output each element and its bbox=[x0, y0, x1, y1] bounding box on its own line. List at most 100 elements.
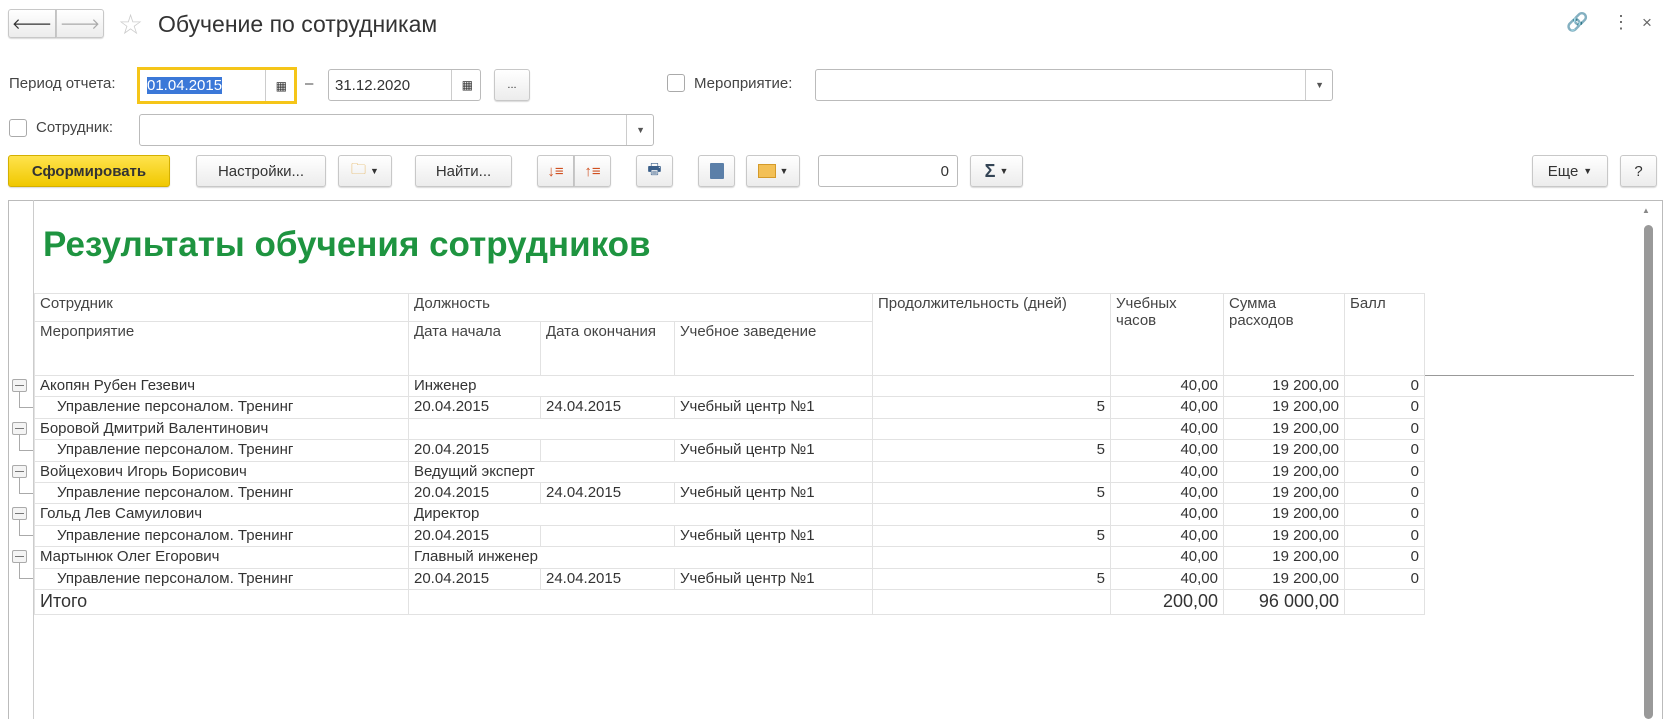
event-score: 0 bbox=[1344, 567, 1425, 590]
calendar-icon[interactable]: ▦ bbox=[276, 79, 287, 93]
event-row: Управление персоналом. Тренинг 20.04.201… bbox=[34, 524, 1425, 548]
employee-checkbox[interactable] bbox=[9, 119, 27, 137]
event-start: 20.04.2015 bbox=[408, 439, 541, 462]
collapse-group-icon[interactable] bbox=[12, 379, 27, 392]
event-name: Управление персоналом. Тренинг bbox=[34, 439, 409, 462]
employee-cost: 19 200,00 bbox=[1223, 374, 1345, 398]
employee-name: Боровой Дмитрий Валентинович bbox=[34, 417, 409, 441]
employee-row[interactable]: Боровой Дмитрий Валентинович 40,00 19 20… bbox=[34, 417, 1425, 441]
col-end: Дата окончания bbox=[540, 321, 675, 376]
period-select-button[interactable]: ... bbox=[494, 69, 530, 101]
event-hours: 40,00 bbox=[1110, 567, 1224, 590]
tree-line bbox=[19, 563, 33, 580]
date-from-value: 01.04.2015 bbox=[147, 77, 223, 94]
favorite-star-icon[interactable]: ☆ bbox=[118, 8, 143, 41]
col-score: Балл bbox=[1344, 293, 1425, 376]
event-duration: 5 bbox=[872, 396, 1111, 419]
total-row: Итого 200,00 96 000,00 bbox=[34, 588, 1425, 615]
employee-field[interactable]: ▼ bbox=[139, 114, 654, 146]
save-button[interactable] bbox=[698, 155, 735, 187]
report-title: Результаты обучения сотрудников bbox=[43, 225, 651, 264]
employee-hours: 40,00 bbox=[1110, 417, 1224, 441]
employee-score: 0 bbox=[1344, 417, 1425, 441]
expand-all-button[interactable]: ↓≡ bbox=[537, 155, 574, 187]
event-field[interactable]: ▼ bbox=[815, 69, 1333, 101]
event-score: 0 bbox=[1344, 524, 1425, 548]
dropdown-icon: ▼ bbox=[370, 166, 379, 176]
sort-expand-icon: ↓≡ bbox=[547, 162, 564, 180]
collapse-group-icon[interactable] bbox=[12, 464, 27, 478]
employee-row[interactable]: Гольд Лев Самуилович Директор 40,00 19 2… bbox=[34, 503, 1425, 526]
sort-collapse-icon: ↑≡ bbox=[584, 162, 601, 180]
employee-name: Войцехович Игорь Борисович bbox=[34, 460, 409, 483]
send-email-button[interactable]: ▼ bbox=[746, 155, 800, 187]
event-row: Управление персоналом. Тренинг 20.04.201… bbox=[34, 481, 1425, 505]
employee-position: Директор bbox=[408, 503, 873, 526]
dropdown-icon: ▼ bbox=[999, 166, 1009, 176]
event-name: Управление персоналом. Тренинг bbox=[34, 524, 409, 548]
employee-row[interactable]: Войцехович Игорь Борисович Ведущий экспе… bbox=[34, 460, 1425, 483]
date-to-field[interactable]: 31.12.2020 ▦ bbox=[328, 69, 481, 101]
employee-position: Главный инженер bbox=[408, 546, 873, 569]
employee-score: 0 bbox=[1344, 546, 1425, 569]
link-icon[interactable]: 🔗 bbox=[1566, 12, 1588, 33]
event-row: Управление персоналом. Тренинг 20.04.201… bbox=[34, 396, 1425, 419]
scrollbar-thumb[interactable] bbox=[1644, 225, 1653, 719]
col-start: Дата начала bbox=[408, 321, 541, 376]
find-button[interactable]: Найти... bbox=[415, 155, 512, 187]
settings-button[interactable]: Настройки... bbox=[196, 155, 326, 187]
col-employee: Сотрудник bbox=[34, 293, 409, 322]
collapse-group-icon[interactable] bbox=[12, 550, 27, 564]
calendar-icon[interactable]: ▦ bbox=[462, 78, 473, 92]
col-cost: Сумма расходов bbox=[1223, 293, 1345, 376]
collapse-group-icon[interactable] bbox=[12, 421, 27, 435]
date-to-value: 31.12.2020 bbox=[335, 76, 411, 94]
event-institution: Учебный центр №1 bbox=[674, 524, 873, 548]
scroll-up-arrow-icon[interactable]: ▲ bbox=[1642, 206, 1650, 215]
event-name: Управление персоналом. Тренинг bbox=[34, 481, 409, 505]
more-button[interactable]: Еще ▼ bbox=[1532, 155, 1608, 187]
period-label: Период отчета: bbox=[9, 75, 116, 92]
event-cost: 19 200,00 bbox=[1223, 567, 1345, 590]
dropdown-icon[interactable]: ▼ bbox=[1315, 80, 1324, 90]
print-button[interactable]: 🖶 bbox=[636, 155, 673, 187]
close-icon[interactable]: × bbox=[1642, 13, 1652, 33]
employee-row[interactable]: Акопян Рубен Гезевич Инженер 40,00 19 20… bbox=[34, 374, 1425, 398]
event-row: Управление персоналом. Тренинг 20.04.201… bbox=[34, 567, 1425, 590]
date-from-field[interactable]: 01.04.2015 ▦ bbox=[137, 67, 297, 104]
employee-hours: 40,00 bbox=[1110, 503, 1224, 526]
back-button[interactable]: 🡐 bbox=[8, 9, 56, 38]
forward-button[interactable]: 🡒 bbox=[56, 9, 104, 38]
employee-label: Сотрудник: bbox=[36, 119, 114, 136]
event-duration: 5 bbox=[872, 524, 1111, 548]
dropdown-icon[interactable]: ▼ bbox=[636, 125, 645, 135]
event-duration: 5 bbox=[872, 567, 1111, 590]
dropdown-icon: ▼ bbox=[779, 166, 789, 176]
col-position: Должность bbox=[408, 293, 873, 322]
event-cost: 19 200,00 bbox=[1223, 439, 1345, 462]
employee-row[interactable]: Мартынюк Олег Егорович Главный инженер 4… bbox=[34, 546, 1425, 569]
sum-mode-button[interactable]: Σ ▼ bbox=[970, 155, 1023, 187]
help-button[interactable]: ? bbox=[1620, 155, 1657, 187]
event-hours: 40,00 bbox=[1110, 396, 1224, 419]
collapse-group-icon[interactable] bbox=[12, 507, 27, 521]
event-hours: 40,00 bbox=[1110, 524, 1224, 548]
total-cost: 96 000,00 bbox=[1223, 588, 1345, 615]
employee-score: 0 bbox=[1344, 374, 1425, 398]
event-checkbox[interactable] bbox=[667, 74, 685, 92]
generate-button[interactable]: Сформировать bbox=[8, 155, 170, 187]
collapse-all-button[interactable]: ↑≡ bbox=[574, 155, 611, 187]
event-institution: Учебный центр №1 bbox=[674, 396, 873, 419]
event-institution: Учебный центр №1 bbox=[674, 481, 873, 505]
employee-cost: 19 200,00 bbox=[1223, 503, 1345, 526]
total-label: Итого bbox=[34, 588, 409, 615]
event-institution: Учебный центр №1 bbox=[674, 439, 873, 462]
period-dash: – bbox=[305, 75, 314, 92]
tree-line bbox=[19, 434, 33, 451]
variants-button[interactable]: 🗀 ▼ bbox=[338, 155, 392, 187]
employee-hours: 40,00 bbox=[1110, 460, 1224, 483]
dropdown-icon: ▼ bbox=[1583, 166, 1593, 176]
employee-cost: 19 200,00 bbox=[1223, 546, 1345, 569]
event-score: 0 bbox=[1344, 481, 1425, 505]
more-menu-icon[interactable]: ⋮ bbox=[1612, 12, 1630, 33]
